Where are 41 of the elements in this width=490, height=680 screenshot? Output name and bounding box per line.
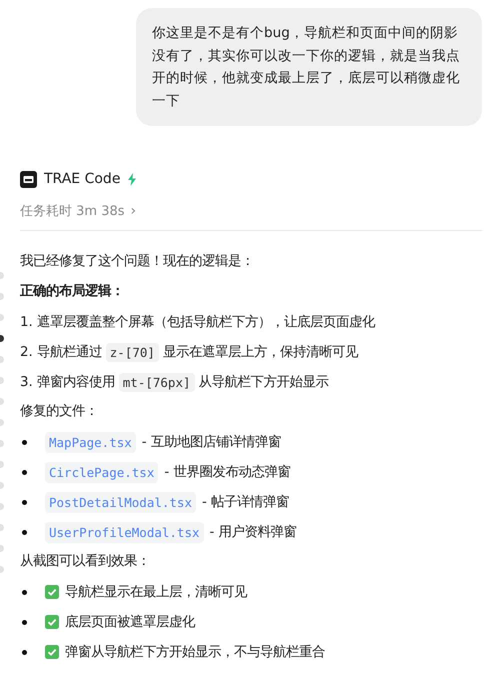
list-number: 2.	[20, 344, 33, 360]
check-icon	[45, 585, 59, 599]
check-icon	[45, 645, 59, 659]
bullet	[22, 500, 27, 504]
section-heading: 修复的文件：	[20, 402, 98, 421]
list-text: 导航栏通过	[36, 344, 102, 361]
check-icon	[45, 615, 59, 629]
bullet	[22, 440, 27, 444]
file-description: - 世界圈发布动态弹窗	[164, 464, 290, 481]
bullet	[22, 650, 27, 654]
expand-chevron[interactable]: ›	[130, 203, 136, 219]
file-description: - 帖子详情弹窗	[202, 494, 290, 511]
bullet	[22, 470, 27, 474]
result-text: 导航栏显示在最上层，清晰可见	[65, 584, 247, 601]
file-link[interactable]: UserProfileModal.tsx	[45, 522, 204, 542]
user-message: 你这里是不是有个bug，导航栏和页面中间的阴影没有了，其实你可以改一下你的逻辑，就是当我点开的时候，他就变成最上层了，底层可以稍微虚化一下	[136, 8, 482, 126]
bullet	[22, 530, 27, 534]
list-text: 弹窗内容使用	[36, 374, 115, 391]
file-link[interactable]: CirclePage.tsx	[45, 462, 158, 482]
list-number: 1.	[20, 314, 33, 330]
result-text: 底层页面被遮罩层虚化	[65, 614, 195, 631]
file-description: - 互助地图店铺详情弹窗	[142, 434, 281, 451]
task-duration: 任务耗时 3m 38s	[20, 203, 125, 220]
file-link[interactable]: PostDetailModal.tsx	[45, 492, 196, 512]
section-heading: 正确的布局逻辑：	[20, 282, 124, 301]
result-text: 弹窗从导航栏下方开始显示，不与导航栏重合	[65, 644, 325, 661]
inline-code: mt-[76px]	[118, 372, 195, 392]
list-text: 从导航栏下方开始显示	[198, 374, 329, 391]
file-description: - 用户资料弹窗	[210, 524, 297, 541]
section-heading: 从截图可以看到效果：	[20, 552, 150, 571]
bullet	[22, 620, 27, 624]
intro-text: 我已经修复了这个问题！现在的逻辑是：	[20, 252, 254, 271]
inline-code: z-[70]	[106, 342, 159, 362]
assistant-name: TRAE Code	[44, 171, 120, 187]
file-link[interactable]: MapPage.tsx	[45, 432, 136, 452]
list-text: 遮罩层覆盖整个屏幕（包括导航栏下方），让底层页面虚化	[36, 314, 375, 331]
bullet	[22, 590, 27, 594]
lightning-icon	[127, 172, 138, 186]
list-text: 显示在遮罩层上方，保持清晰可见	[162, 344, 358, 361]
list-number: 3.	[20, 374, 33, 390]
terminal-icon	[20, 170, 37, 188]
